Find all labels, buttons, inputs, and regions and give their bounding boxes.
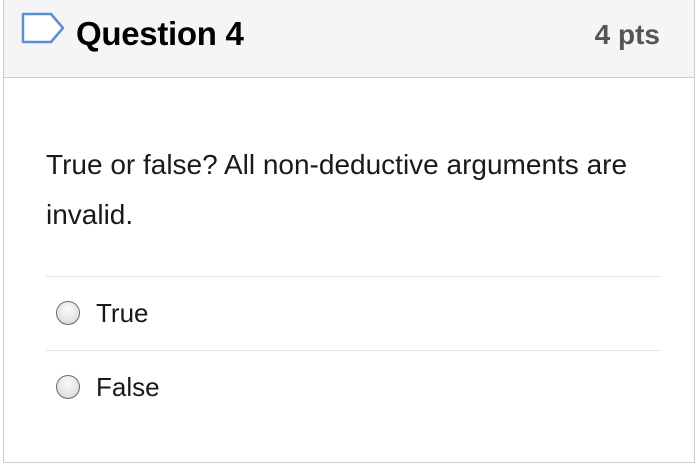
question-text: True or false? All non-deductive argumen…	[46, 149, 628, 230]
answer-label-false: False	[96, 371, 160, 402]
answer-label-true: True	[96, 297, 149, 328]
radio-false[interactable]	[56, 375, 80, 399]
question-header: Question 4 4 pts	[4, 0, 694, 78]
flag-question-icon[interactable]	[21, 12, 65, 44]
question-points: 4 pts	[594, 19, 660, 50]
radio-true[interactable]	[56, 301, 80, 325]
answer-option-false[interactable]: False	[46, 351, 661, 423]
question-title: Question 4	[76, 15, 244, 52]
answer-option-true[interactable]: True	[46, 277, 661, 349]
question-card: Question 4 4 pts True or false? All non-…	[3, 0, 695, 463]
